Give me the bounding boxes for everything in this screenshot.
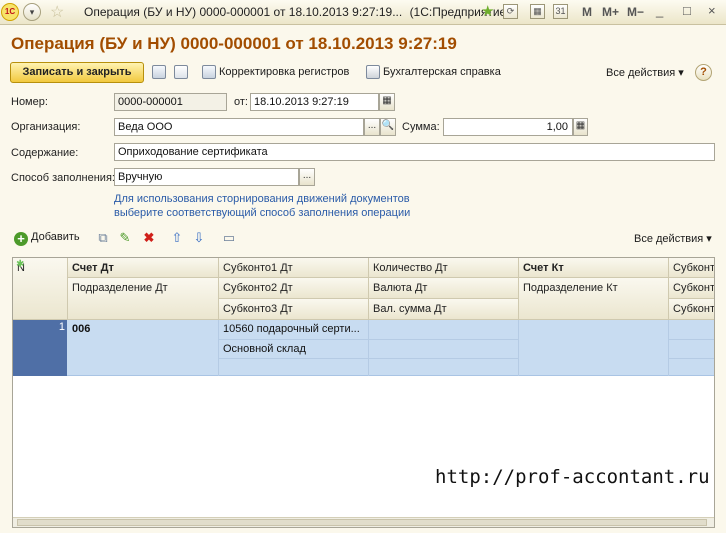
help-button[interactable]: ? <box>695 64 712 81</box>
add-row-button[interactable]: + Добавить <box>14 231 80 246</box>
watermark-url: http://prof-accontant.ru <box>435 466 710 488</box>
all-actions-menu[interactable]: Все действия ▾ <box>606 66 684 79</box>
registers-icon[interactable] <box>202 65 216 79</box>
organization-label: Организация: <box>11 121 81 133</box>
header-quantity-dt[interactable]: Количество Дт <box>369 258 519 278</box>
history-icon[interactable]: ⟳ <box>503 4 518 19</box>
header-subconto-kt3[interactable]: Субконто <box>669 299 714 320</box>
scrollbar-thumb[interactable] <box>17 519 707 526</box>
table-all-actions-menu[interactable]: Все действия ▾ <box>634 232 712 245</box>
memory-plus-button[interactable]: M+ <box>602 5 619 19</box>
calculator-picker-icon[interactable]: ▦ <box>573 118 588 136</box>
date-label: от: <box>234 96 248 108</box>
header-subconto2-dt[interactable]: Субконто2 Дт <box>219 278 369 299</box>
app-logo[interactable]: 1С <box>1 3 19 21</box>
sort-icon[interactable]: ▭ <box>222 231 236 245</box>
close-button[interactable]: × <box>708 3 716 18</box>
sum-label: Сумма: <box>402 121 440 133</box>
row-subdivider <box>368 358 518 359</box>
header-account-kt[interactable]: Счет Кт <box>519 258 669 278</box>
document-icon[interactable] <box>174 65 188 79</box>
cell-subconto2-dt[interactable]: Основной склад <box>219 340 368 359</box>
fill-method-select-button[interactable]: ... <box>299 168 315 186</box>
plus-icon: + <box>14 232 28 246</box>
row-number: 1 <box>58 321 65 333</box>
printer-icon[interactable] <box>366 65 380 79</box>
number-label: Номер: <box>11 96 48 108</box>
save-icon[interactable] <box>152 65 166 79</box>
document-title: Операция (БУ и НУ) 0000-000001 от 18.10.… <box>11 34 457 53</box>
delete-icon[interactable]: ✖ <box>142 231 156 245</box>
window-title-text: Операция (БУ и НУ) 0000-000001 от 18.10.… <box>84 5 403 19</box>
fill-method-label: Способ заполнения: <box>11 172 115 184</box>
header-account-dt[interactable]: Счет Дт <box>68 258 219 278</box>
header-division-kt[interactable]: Подразделение Кт <box>519 278 669 320</box>
content-field[interactable]: Оприходование сертификата <box>114 143 715 161</box>
calendar-icon[interactable]: 31 <box>553 4 568 19</box>
sum-field[interactable]: 1,00 <box>443 118 573 136</box>
header-subconto3-dt[interactable]: Субконто3 Дт <box>219 299 369 320</box>
restore-button[interactable]: □ <box>683 3 691 18</box>
hint-text-line1[interactable]: Для использования сторнирования движений… <box>114 193 410 205</box>
memory-minus-button[interactable]: M− <box>627 5 644 19</box>
cell-subconto1-dt[interactable]: 10560 подарочный серти... <box>219 320 368 339</box>
accounting-report-button[interactable]: Бухгалтерская справка <box>383 66 501 78</box>
copy-icon[interactable]: ⧉ <box>96 231 110 245</box>
hint-text-line2[interactable]: выберите соответствующий способ заполнен… <box>114 207 410 219</box>
row-divider <box>668 320 669 376</box>
minimize-button[interactable]: _ <box>656 3 663 18</box>
cell-account-dt[interactable]: 006 <box>68 320 218 339</box>
edit-icon[interactable]: ✎ <box>118 231 132 245</box>
header-cur-sum-dt[interactable]: Вал. сумма Дт <box>369 299 519 320</box>
fill-method-field[interactable]: Вручную <box>114 168 299 186</box>
date-field[interactable]: 18.10.2013 9:27:19 <box>250 93 379 111</box>
horizontal-scrollbar[interactable] <box>13 517 714 527</box>
favorite-star-icon[interactable]: ☆ <box>50 2 64 22</box>
move-down-icon[interactable]: ⇩ <box>192 231 206 245</box>
add-row-label: Добавить <box>31 231 80 243</box>
header-currency-dt[interactable]: Валюта Дт <box>369 278 519 299</box>
organization-field[interactable]: Веда ООО <box>114 118 364 136</box>
header-division-dt[interactable]: Подразделение Дт <box>68 278 219 320</box>
header-subconto-kt2[interactable]: Субконто <box>669 278 714 299</box>
content-label: Содержание: <box>11 147 79 159</box>
row-subdivider <box>368 339 518 340</box>
calendar-picker-icon[interactable]: ▦ <box>379 93 395 111</box>
app-name: (1С:Предприятие) <box>409 5 511 19</box>
row-divider <box>518 320 519 376</box>
header-subconto-kt[interactable]: Субконто <box>669 258 714 278</box>
calculator-icon[interactable]: ▦ <box>530 4 545 19</box>
number-field[interactable]: 0000-000001 <box>114 93 227 111</box>
move-up-icon[interactable]: ⇧ <box>170 231 184 245</box>
registers-button[interactable]: Корректировка регистров <box>219 66 349 78</box>
organization-open-icon[interactable]: 🔍 <box>380 118 396 136</box>
header-subconto1-dt[interactable]: Субконто1 Дт <box>219 258 369 278</box>
add-favorite-icon[interactable]: ★ <box>481 2 494 20</box>
row-subdivider <box>668 339 714 340</box>
row-subdivider <box>668 358 714 359</box>
memory-button[interactable]: M <box>582 5 592 19</box>
row-state-icon: ✱ <box>16 259 25 270</box>
window-title: Операция (БУ и НУ) 0000-000001 от 18.10.… <box>84 5 510 19</box>
save-and-close-button[interactable]: Записать и закрыть <box>10 62 144 83</box>
main-menu-button[interactable]: ▾ <box>23 3 41 21</box>
organization-select-button[interactable]: ... <box>364 118 380 136</box>
window-titlebar: 1С ▾ ☆ Операция (БУ и НУ) 0000-000001 от… <box>0 0 726 25</box>
row-divider <box>368 320 369 376</box>
